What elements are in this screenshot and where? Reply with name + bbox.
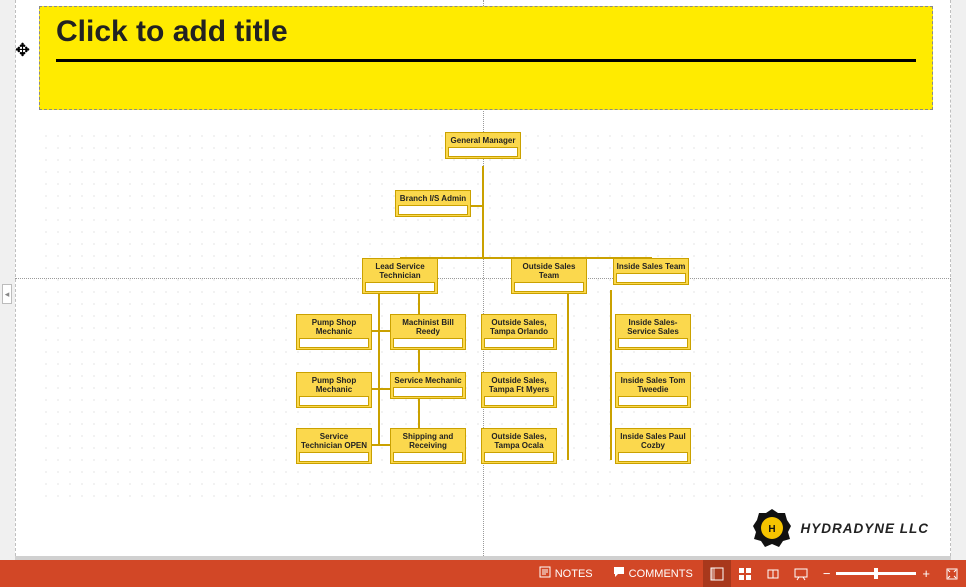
node-service-technician-open[interactable]: Service Technician OPEN [296,428,372,464]
node-outside-sales-ocala[interactable]: Outside Sales, Tampa Ocala [481,428,557,464]
normal-view-button[interactable] [703,560,731,587]
connector [610,290,612,460]
node-name [484,396,554,406]
node-service-mechanic[interactable]: Service Mechanic [390,372,466,399]
node-name [514,282,584,292]
title-underline [56,59,916,62]
notes-icon [539,566,551,581]
company-logo: H HYDRADYNE LLC [752,508,929,548]
node-inside-sales-team[interactable]: Inside Sales Team [613,258,689,285]
title-placeholder-text[interactable]: Click to add title [56,15,916,49]
zoom-control[interactable]: − + [815,566,938,581]
fit-icon [945,567,959,581]
node-inside-sales-tweedie[interactable]: Inside Sales Tom Tweedie [615,372,691,408]
node-name [618,338,688,348]
connector [378,290,380,446]
node-name [365,282,435,292]
node-title: Branch I/S Admin [400,194,466,203]
zoom-thumb[interactable] [874,568,878,579]
normal-view-icon [710,567,724,581]
node-title: General Manager [451,136,516,145]
node-name [616,273,686,283]
node-inside-sales-cozby[interactable]: Inside Sales Paul Cozby [615,428,691,464]
comment-icon [613,566,625,581]
node-shipping-receiving[interactable]: Shipping and Receiving [390,428,466,464]
node-title: Inside Sales- Service Sales [627,318,679,336]
node-name [299,452,369,462]
node-title: Machinist [402,318,439,327]
reading-icon [766,567,780,581]
svg-text:H: H [769,524,776,535]
thumbnails-expand-handle[interactable]: ◂ [2,284,12,304]
node-outside-sales-orlando[interactable]: Outside Sales, Tampa Orlando [481,314,557,350]
node-name [484,338,554,348]
node-outside-sales-ftmyers[interactable]: Outside Sales, Tampa Ft Myers [481,372,557,408]
node-name [448,147,518,157]
comments-button[interactable]: COMMENTS [603,560,703,587]
node-branch-admin[interactable]: Branch I/S Admin [395,190,471,217]
notes-button[interactable]: NOTES [529,560,603,587]
org-chart[interactable]: General Manager Branch I/S Admin Lead Se… [15,130,951,480]
node-pump-shop-mechanic-1[interactable]: Pump Shop Mechanic [296,314,372,350]
node-name [299,396,369,406]
node-blank [618,452,688,462]
zoom-out-button[interactable]: − [823,566,831,581]
node-inside-sales-service[interactable]: Inside Sales- Service Sales [615,314,691,350]
connector [567,290,569,460]
node-title: Outside Sales, Tampa Ocala [491,432,546,450]
node-title: Outside Sales Team [523,262,576,280]
node-title: Pump Shop Mechanic [312,318,356,336]
zoom-in-button[interactable]: + [922,566,930,581]
sorter-icon [738,567,752,581]
node-title: Service Mechanic [394,376,461,385]
node-blank [618,396,688,406]
node-title: Shipping and Receiving [403,432,454,450]
node-name [393,387,463,397]
status-bar: NOTES COMMENTS − + [0,560,966,587]
slideshow-icon [794,567,808,581]
gear-icon: H [752,508,792,548]
comments-label: COMMENTS [629,568,693,580]
slide-canvas[interactable]: Click to add title ✥ General Manager Bra… [15,0,951,556]
node-title: Service Technician OPEN [301,432,367,450]
node-title: Inside Sales Team [617,262,686,271]
node-name [398,205,468,215]
slideshow-button[interactable] [787,560,815,587]
node-general-manager[interactable]: General Manager [445,132,521,159]
node-blank [393,338,463,348]
node-name [299,338,369,348]
reading-view-button[interactable] [759,560,787,587]
node-title: Inside Sales [620,432,666,441]
notes-label: NOTES [555,568,593,580]
slide-sorter-button[interactable] [731,560,759,587]
node-title: Outside Sales, Tampa Ft Myers [489,376,549,394]
node-name [393,452,463,462]
node-title: Inside Sales [621,376,667,385]
move-cursor-icon: ✥ [15,40,30,61]
zoom-slider[interactable] [836,572,916,575]
node-name [484,452,554,462]
connector [482,166,484,258]
company-name: HYDRADYNE LLC [800,521,929,536]
title-placeholder-box[interactable]: Click to add title [39,6,933,110]
node-pump-shop-mechanic-2[interactable]: Pump Shop Mechanic [296,372,372,408]
node-lead-service-tech[interactable]: Lead Service Technician [362,258,438,294]
node-machinist[interactable]: Machinist Bill Reedy [390,314,466,350]
node-title: Lead Service Technician [375,262,424,280]
node-title: Pump Shop Mechanic [312,376,356,394]
fit-to-window-button[interactable] [938,560,966,587]
node-title: Outside Sales, Tampa Orlando [490,318,548,336]
node-outside-sales-team[interactable]: Outside Sales Team [511,258,587,294]
